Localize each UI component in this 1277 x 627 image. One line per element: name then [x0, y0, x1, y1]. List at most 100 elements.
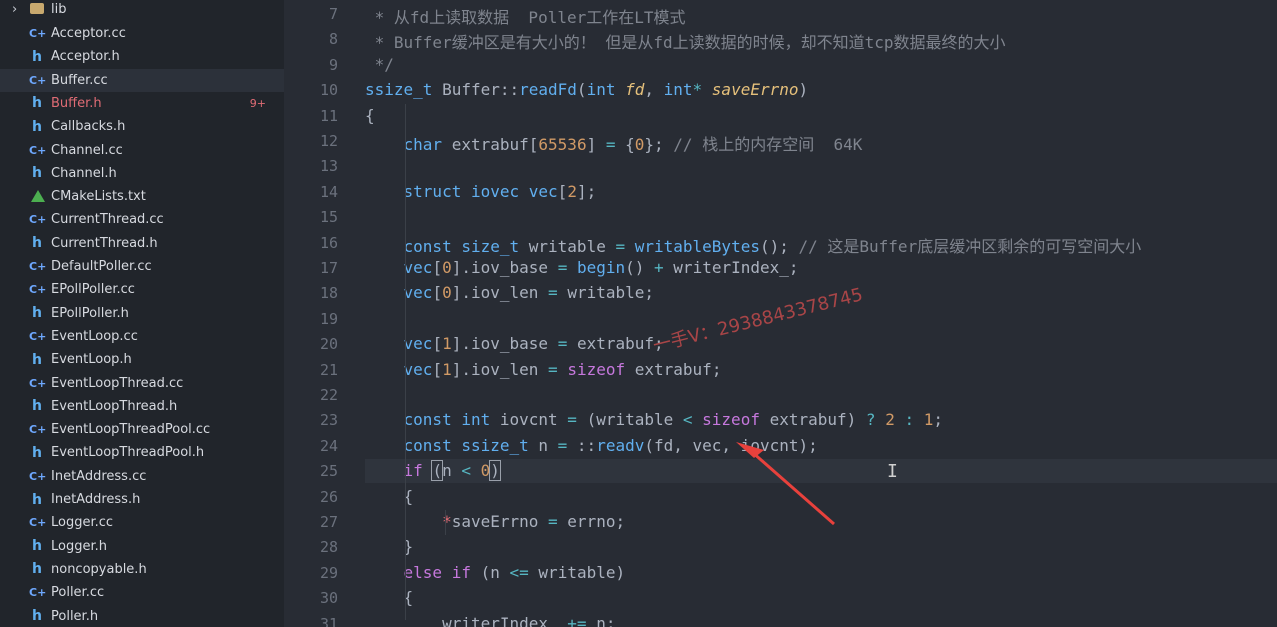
- code-token: 65536: [538, 135, 587, 154]
- file-item[interactable]: h EventLoopThreadPool.h: [0, 441, 284, 464]
- file-name: InetAddress.cc: [51, 468, 147, 484]
- file-item[interactable]: C+ Poller.cc: [0, 581, 284, 604]
- folder-lib[interactable]: › lib: [0, 0, 284, 21]
- code-line[interactable]: vec[0].iov_base = begin() + writerIndex_…: [365, 258, 799, 277]
- file-item[interactable]: C+ DefaultPoller.cc: [0, 255, 284, 278]
- code-token: <=: [509, 562, 539, 582]
- file-name: noncopyable.h: [51, 561, 147, 577]
- line-number: 14: [319, 182, 338, 201]
- file-item[interactable]: C+ Acceptor.cc: [0, 22, 284, 45]
- file-name: CurrentThread.cc: [51, 212, 164, 228]
- file-item[interactable]: h Buffer.h 9+: [0, 92, 284, 115]
- code-line[interactable]: struct iovec vec[2];: [365, 181, 597, 201]
- cpp-file-icon: C+: [29, 376, 47, 390]
- file-item[interactable]: C+ Buffer.cc: [0, 68, 284, 92]
- code-token: 0: [442, 258, 452, 277]
- code-token: ): [489, 460, 501, 482]
- file-item[interactable]: h Channel.h: [0, 162, 284, 185]
- file-item[interactable]: h Logger.h: [0, 535, 284, 558]
- code-line[interactable]: *saveErrno = errno;: [365, 512, 625, 531]
- line-number: 27: [319, 513, 338, 531]
- cmake-file-icon: [31, 190, 45, 203]
- code-token: iov_len: [470, 283, 549, 303]
- file-name: DefaultPoller.cc: [51, 259, 152, 274]
- code-token: (n: [480, 562, 510, 582]
- code-line[interactable]: ssize_t Buffer::readFd(int fd, int* save…: [365, 80, 808, 99]
- code-token: 2: [885, 410, 905, 430]
- file-item[interactable]: h CurrentThread.h: [0, 232, 284, 255]
- cpp-file-icon: C+: [29, 516, 47, 530]
- file-item[interactable]: h noncopyable.h: [0, 558, 284, 581]
- code-token: [: [432, 359, 443, 379]
- file-item[interactable]: C+ EventLoopThread.cc: [0, 372, 284, 395]
- code-token: n: [538, 435, 558, 455]
- file-item[interactable]: h EventLoopThread.h: [0, 395, 284, 418]
- code-token: {: [365, 105, 375, 125]
- code-token: [: [432, 334, 443, 354]
- file-item[interactable]: h InetAddress.h: [0, 488, 284, 511]
- code-token: sizeof: [702, 410, 770, 430]
- cpp-file-icon: C+: [29, 586, 47, 600]
- code-line[interactable]: const int iovcnt = (writable < sizeof ex…: [365, 410, 943, 429]
- file-item[interactable]: C+ EPollPoller.cc: [0, 278, 284, 301]
- file-item[interactable]: h Callbacks.h: [0, 115, 284, 138]
- code-token: n: [442, 461, 462, 481]
- code-line[interactable]: */: [365, 55, 394, 74]
- file-item[interactable]: h Poller.h: [0, 605, 284, 627]
- file-item[interactable]: C+ Logger.cc: [0, 511, 284, 534]
- line-number: 12: [319, 132, 338, 150]
- code-token: =: [548, 359, 568, 379]
- code-editor[interactable]: 7 * 从fd上读取数据 Poller工作在LT模式 8 * Buffer缓冲区是…: [284, 0, 1277, 627]
- code-line[interactable]: * Buffer缓冲区是有大小的！ 但是从fd上读数据的时候，却不知道tcp数据…: [365, 29, 1006, 53]
- code-line[interactable]: vec[1].iov_base = extrabuf;: [365, 334, 664, 353]
- code-line[interactable]: writerIndex_ += n;: [365, 614, 615, 627]
- code-token: 0: [480, 461, 491, 481]
- code-token: (writable: [586, 410, 683, 430]
- line-number: 24: [319, 436, 338, 455]
- header-file-icon: h: [32, 235, 42, 252]
- file-item[interactable]: h Acceptor.h: [0, 45, 284, 68]
- file-item[interactable]: C+ EventLoop.cc: [0, 325, 284, 348]
- file-item[interactable]: C+ CurrentThread.cc: [0, 208, 284, 231]
- code-token: vec: [365, 359, 433, 379]
- code-token: =: [557, 334, 577, 354]
- line-number: 17: [319, 259, 338, 277]
- code-token: size_t: [461, 236, 529, 256]
- code-token: if: [451, 562, 481, 582]
- file-item[interactable]: h EPollPoller.h: [0, 302, 284, 325]
- code-line[interactable]: * 从fd上读取数据 Poller工作在LT模式: [365, 4, 686, 28]
- code-token: const: [365, 236, 462, 256]
- code-line[interactable]: vec[1].iov_len = sizeof extrabuf;: [365, 359, 722, 379]
- code-token: extrabuf): [769, 410, 866, 430]
- header-file-icon: h: [32, 118, 42, 135]
- file-item[interactable]: CMakeLists.txt: [0, 185, 284, 208]
- file-name: Buffer.h: [51, 95, 102, 111]
- file-name: Acceptor.cc: [51, 26, 126, 41]
- code-token: vec: [365, 334, 433, 354]
- code-token: [: [432, 283, 443, 303]
- code-line[interactable]: if (n < 0): [365, 460, 501, 482]
- file-name: Logger.cc: [51, 515, 114, 531]
- file-item[interactable]: C+ Channel.cc: [0, 139, 284, 162]
- code-line[interactable]: char extrabuf[65536] = {0}; // 栈上的内存空间 6…: [365, 131, 863, 155]
- file-item[interactable]: h EventLoop.h: [0, 348, 284, 371]
- line-number: 10: [319, 81, 338, 100]
- header-file-icon: h: [32, 48, 42, 65]
- file-name: EventLoopThread.cc: [51, 375, 184, 391]
- code-token: begin: [576, 258, 626, 277]
- code-token: const: [365, 435, 462, 455]
- file-item[interactable]: C+ EventLoopThreadPool.cc: [0, 418, 284, 441]
- code-token: {: [625, 135, 635, 154]
- code-line[interactable]: const size_t writable = writableBytes();…: [365, 233, 1142, 257]
- code-token: iovec: [470, 181, 529, 201]
- code-token: int: [461, 410, 500, 430]
- code-token: ;: [933, 410, 943, 430]
- code-token: vec: [365, 283, 433, 303]
- code-token: *: [365, 512, 452, 531]
- file-item[interactable]: C+ InetAddress.cc: [0, 465, 284, 488]
- cpp-file-icon: C+: [29, 260, 47, 273]
- code-line[interactable]: {: [365, 106, 375, 125]
- code-token: ?: [865, 410, 886, 430]
- code-line[interactable]: vec[0].iov_len = writable;: [365, 283, 654, 302]
- code-token: ,: [644, 80, 664, 100]
